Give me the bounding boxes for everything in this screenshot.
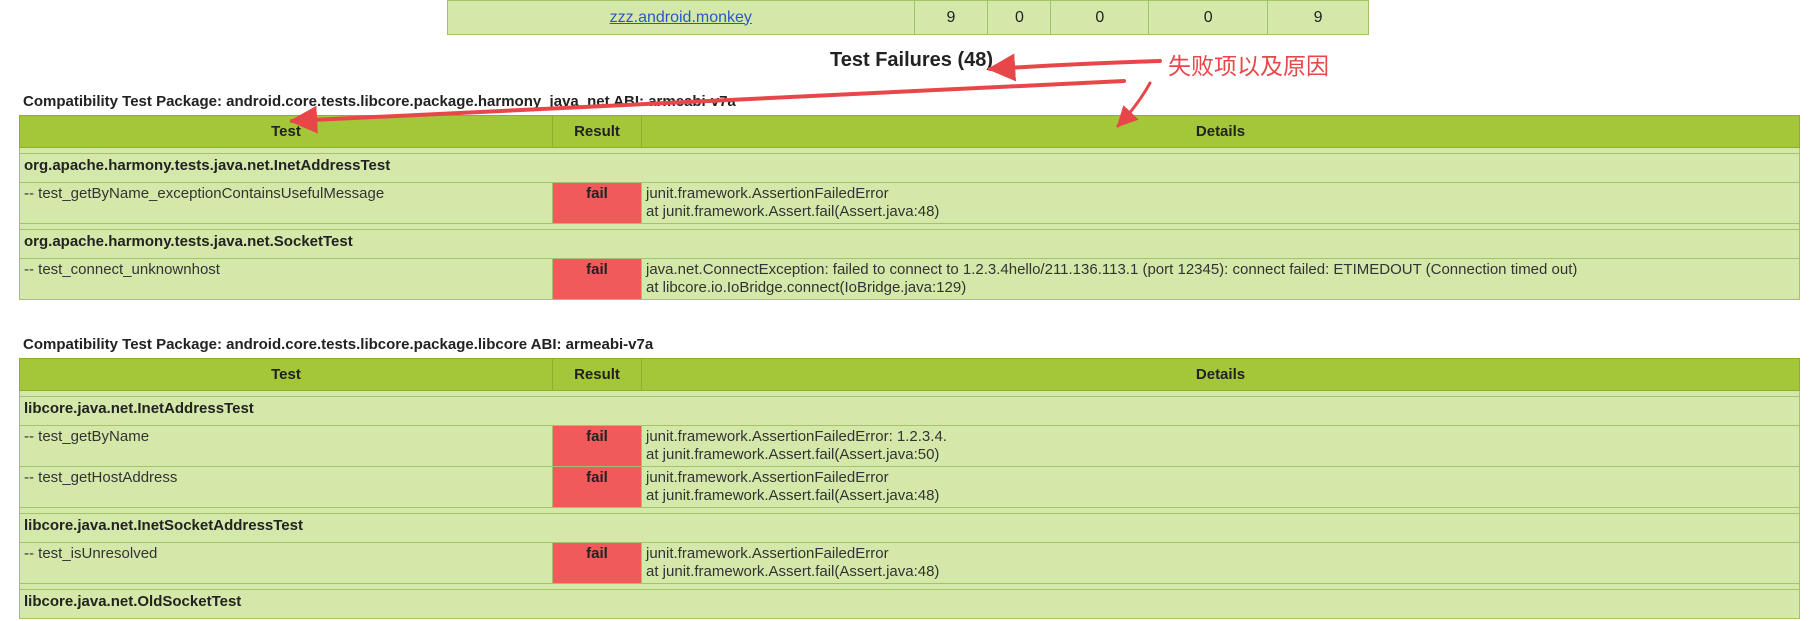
test-class-name: libcore.java.net.InetSocketAddressTest: [19, 513, 1800, 543]
detail-line: at junit.framework.Assert.fail(Assert.ja…: [646, 563, 940, 580]
detail-line: at junit.framework.Assert.fail(Assert.ja…: [646, 446, 940, 463]
test-class-row: libcore.java.net.OldSocketTest: [19, 589, 1800, 619]
test-row: -- test_getByName fail junit.framework.A…: [19, 425, 1800, 467]
col-header-result: Result: [552, 115, 642, 148]
detail-line: junit.framework.AssertionFailedError: 1.…: [646, 428, 947, 445]
detail-line: junit.framework.AssertionFailedError: [646, 545, 889, 562]
detail-line: at junit.framework.Assert.fail(Assert.ja…: [646, 203, 940, 220]
summary-package-cell[interactable]: zzz.android.monkey: [447, 0, 915, 35]
test-class-row: org.apache.harmony.tests.java.net.Socket…: [19, 229, 1800, 259]
test-class-row: libcore.java.net.InetSocketAddressTest: [19, 513, 1800, 543]
test-details: junit.framework.AssertionFailedError: 1.…: [641, 425, 1800, 467]
detail-line: junit.framework.AssertionFailedError: [646, 469, 889, 486]
test-name: -- test_isUnresolved: [19, 542, 553, 584]
test-class-row: org.apache.harmony.tests.java.net.InetAd…: [19, 153, 1800, 183]
test-class-name: org.apache.harmony.tests.java.net.InetAd…: [19, 153, 1800, 183]
col-header-details: Details: [641, 358, 1800, 391]
header-row: Test Result Details: [19, 358, 1800, 391]
test-class-name: libcore.java.net.InetAddressTest: [19, 396, 1800, 426]
col-header-details: Details: [641, 115, 1800, 148]
failures-table: Test Result Details libcore.java.net.Ine…: [19, 358, 1800, 619]
package-title: Compatibility Test Package: android.core…: [23, 336, 654, 353]
test-details: java.net.ConnectException: failed to con…: [641, 258, 1800, 300]
test-class-row: libcore.java.net.InetAddressTest: [19, 396, 1800, 426]
annotation-note: 失败项以及原因: [1168, 54, 1329, 80]
test-name: -- test_getHostAddress: [19, 466, 553, 508]
summary-value-cell: 9: [913, 0, 989, 35]
test-class-name: libcore.java.net.OldSocketTest: [19, 589, 1800, 619]
test-class-name: org.apache.harmony.tests.java.net.Socket…: [19, 229, 1800, 259]
summary-table: zzz.android.monkey 9 0 0 0 9: [447, 0, 1369, 35]
test-row: -- test_isUnresolved fail junit.framewor…: [19, 542, 1800, 584]
test-name: -- test_getByName_exceptionContainsUsefu…: [19, 182, 553, 224]
test-name: -- test_getByName: [19, 425, 553, 467]
col-header-test: Test: [19, 358, 553, 391]
result-badge: fail: [552, 425, 642, 467]
test-name: -- test_connect_unknownhost: [19, 258, 553, 300]
detail-line: junit.framework.AssertionFailedError: [646, 185, 889, 202]
col-header-result: Result: [552, 358, 642, 391]
test-row: -- test_connect_unknownhost fail java.ne…: [19, 258, 1800, 300]
package-link[interactable]: zzz.android.monkey: [610, 9, 752, 26]
test-details: junit.framework.AssertionFailedError at …: [641, 542, 1800, 584]
col-header-test: Test: [19, 115, 553, 148]
result-badge: fail: [552, 542, 642, 584]
header-row: Test Result Details: [19, 115, 1800, 148]
result-badge: fail: [552, 258, 642, 300]
failures-title: Test Failures (48): [830, 49, 994, 71]
summary-value-cell: 0: [1050, 0, 1150, 35]
summary-value-cell: 0: [987, 0, 1052, 35]
package-title: Compatibility Test Package: android.core…: [23, 93, 736, 110]
summary-value-cell: 0: [1148, 0, 1269, 35]
failures-table: Test Result Details org.apache.harmony.t…: [19, 115, 1800, 300]
summary-row: zzz.android.monkey 9 0 0 0 9: [447, 0, 1369, 35]
result-badge: fail: [552, 466, 642, 508]
test-details: junit.framework.AssertionFailedError at …: [641, 182, 1800, 224]
detail-line: at junit.framework.Assert.fail(Assert.ja…: [646, 487, 940, 504]
summary-value-cell: 9: [1267, 0, 1369, 35]
result-badge: fail: [552, 182, 642, 224]
test-row: -- test_getHostAddress fail junit.framew…: [19, 466, 1800, 508]
test-row: -- test_getByName_exceptionContainsUsefu…: [19, 182, 1800, 224]
arrow-to-title: [987, 53, 1162, 82]
detail-line: java.net.ConnectException: failed to con…: [646, 261, 1578, 278]
test-details: junit.framework.AssertionFailedError at …: [641, 466, 1800, 508]
detail-line: at libcore.io.IoBridge.connect(IoBridge.…: [646, 279, 967, 296]
